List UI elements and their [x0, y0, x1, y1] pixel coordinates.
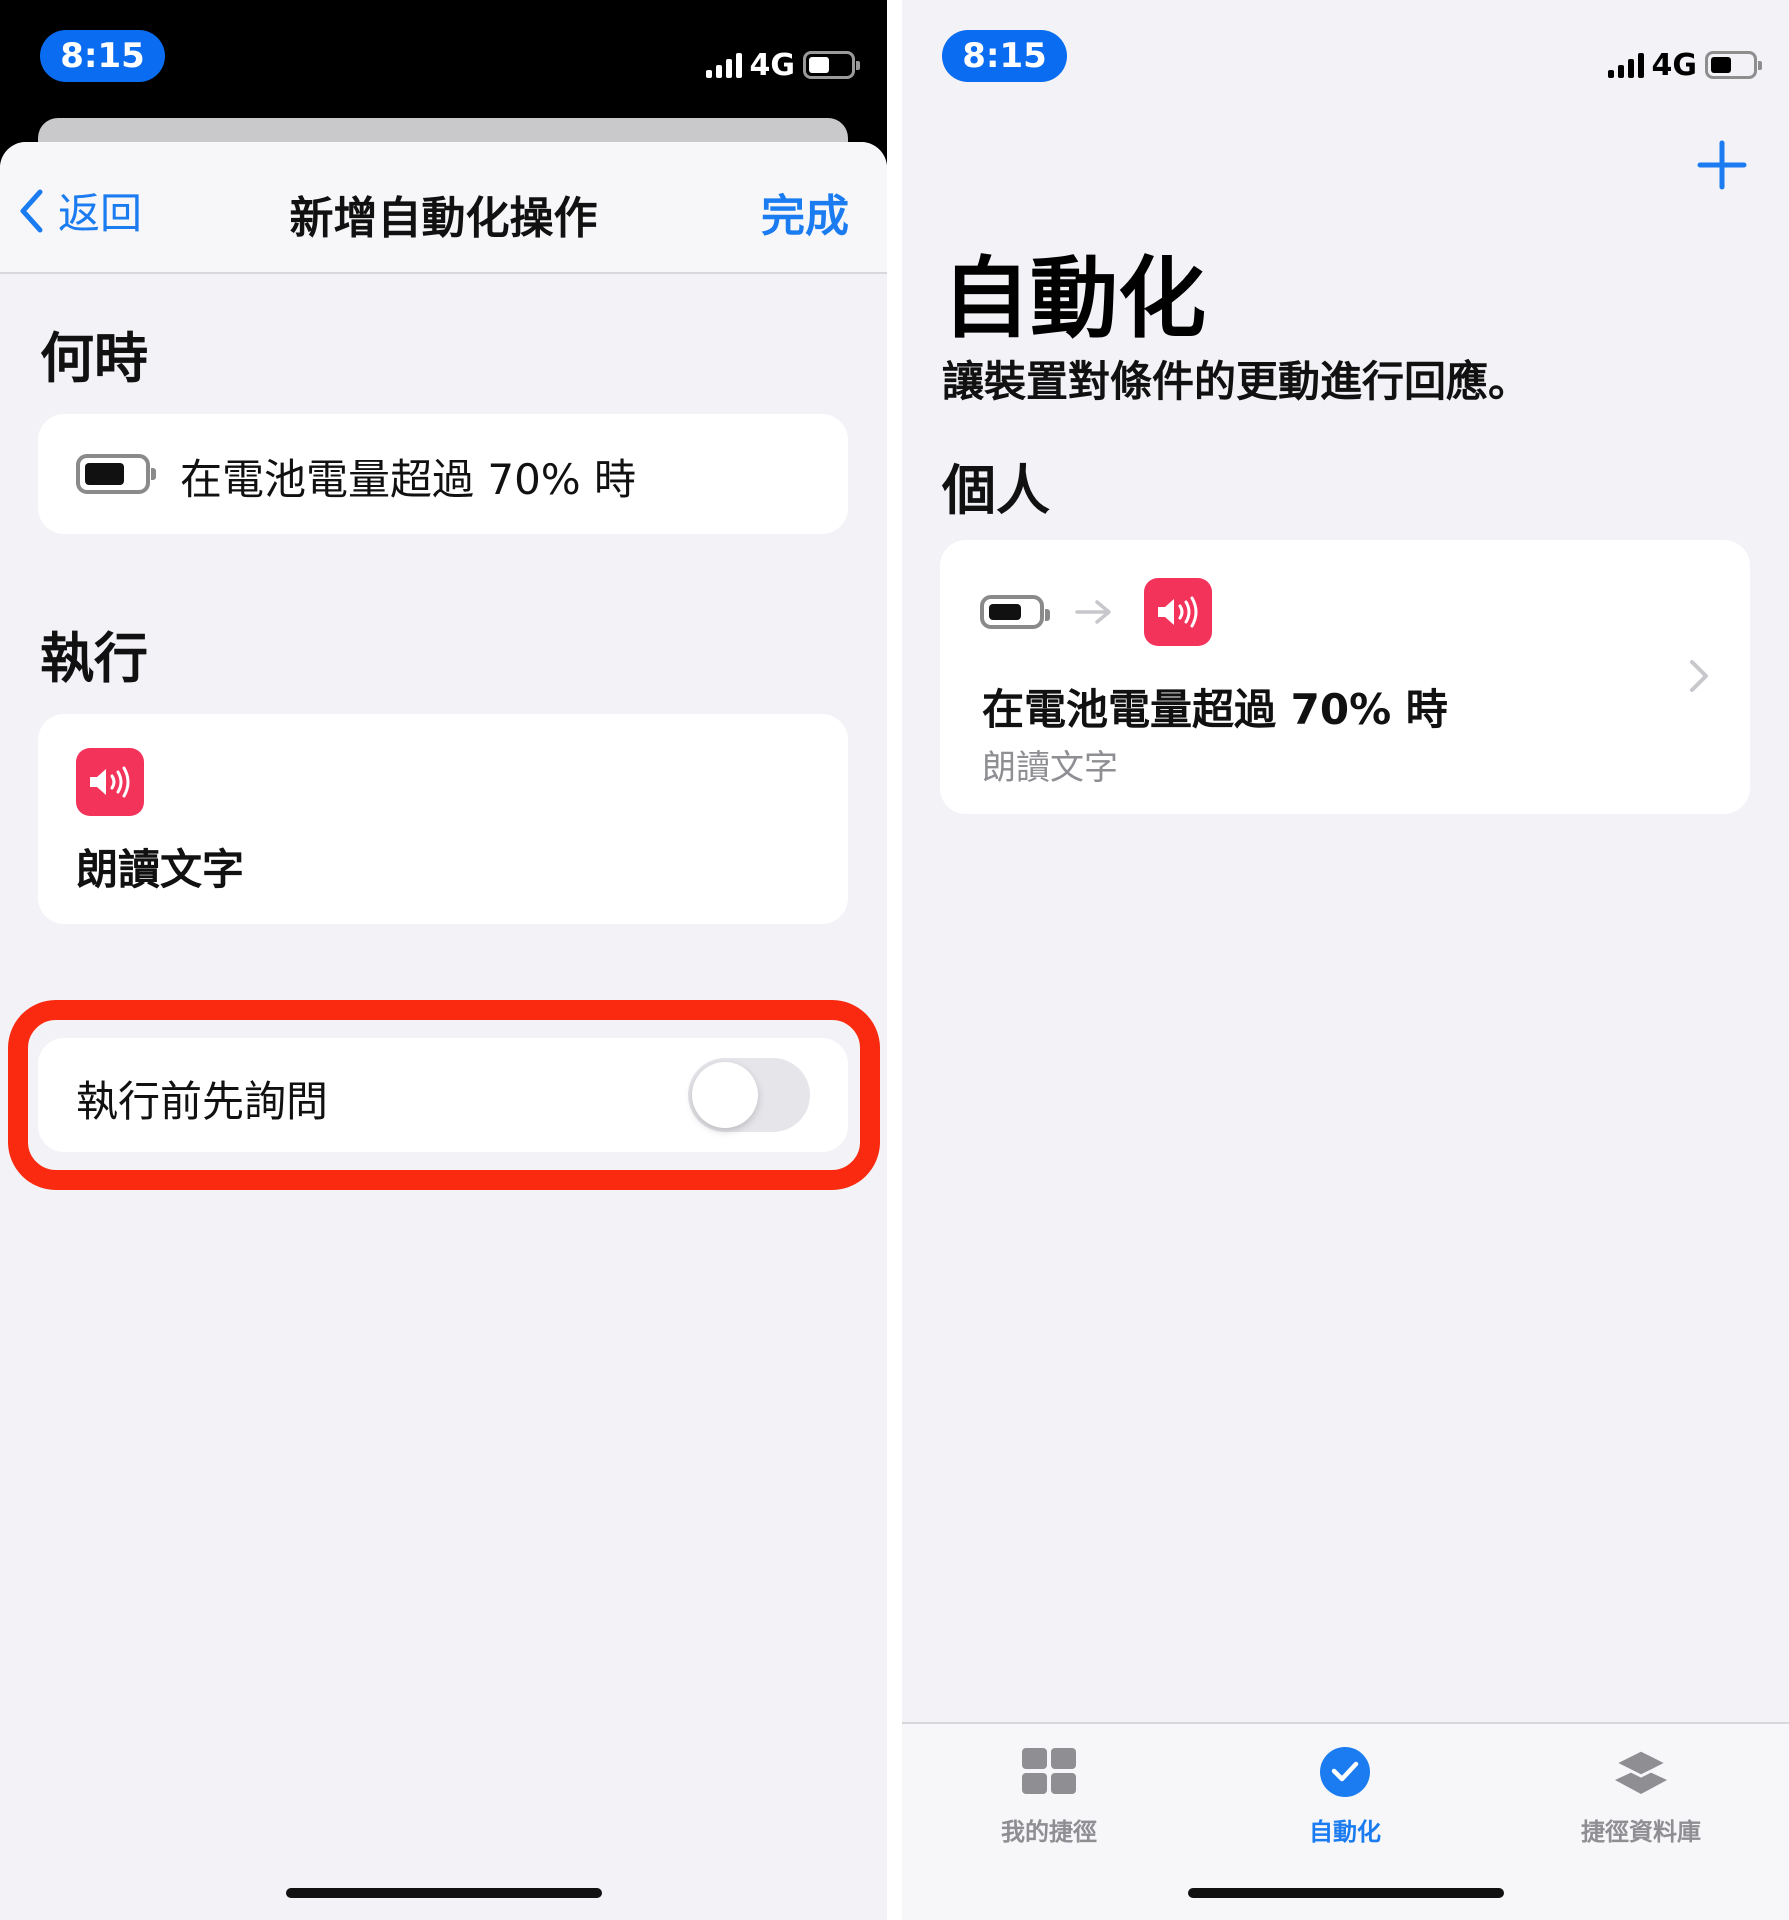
nav-bar: 返回 新增自動化操作 完成 — [0, 142, 887, 274]
status-time: 8:15 — [942, 30, 1067, 82]
layers-icon — [1611, 1748, 1671, 1794]
screen-divider — [887, 0, 902, 1920]
chevron-right-icon — [1690, 660, 1708, 692]
grid-icon — [1022, 1748, 1076, 1794]
tab-automation-label: 自動化 — [1309, 1818, 1381, 1846]
right-screen: 8:15 4G 自動化 讓裝置對條件的更動進行回應。 個人 在電池電量超過 70… — [902, 0, 1789, 1920]
status-indicators: 4G — [705, 47, 860, 83]
automation-check-icon — [1320, 1747, 1370, 1797]
action-label: 朗讀文字 — [76, 845, 245, 894]
battery-icon — [76, 454, 156, 494]
automation-card[interactable]: 在電池電量超過 70% 時 朗讀文字 — [940, 540, 1750, 814]
speaker-icon — [76, 748, 144, 816]
signal-icon — [705, 52, 742, 78]
trigger-row[interactable]: 在電池電量超過 70% 時 — [38, 414, 848, 534]
signal-icon — [1607, 52, 1644, 78]
network-label: 4G — [1651, 47, 1698, 83]
page-title: 新增自動化操作 — [289, 193, 598, 244]
speaker-icon — [1144, 578, 1212, 646]
tab-gallery[interactable]: 捷徑資料庫 — [1541, 1746, 1741, 1847]
plus-icon[interactable] — [1697, 140, 1747, 190]
tab-my-shortcuts[interactable]: 我的捷徑 — [949, 1746, 1149, 1847]
page-title: 自動化 — [942, 247, 1207, 350]
left-screen: 8:15 4G 返回 新增自動化操作 完成 何時 在電池電量超過 70% 時 執… — [0, 0, 887, 1920]
battery-icon — [803, 51, 860, 79]
personal-heading: 個人 — [942, 459, 1050, 522]
run-heading: 執行 — [40, 627, 148, 690]
when-heading: 何時 — [40, 327, 148, 390]
arrow-right-icon — [1075, 600, 1111, 624]
home-indicator — [1187, 1888, 1504, 1898]
automation-action: 朗讀文字 — [982, 748, 1118, 788]
tab-bar: 我的捷徑 自動化 捷徑資料庫 — [902, 1722, 1789, 1920]
action-row[interactable]: 朗讀文字 — [38, 714, 848, 924]
battery-icon — [1705, 51, 1762, 79]
tab-my-shortcuts-label: 我的捷徑 — [1001, 1818, 1097, 1846]
tab-automation[interactable]: 自動化 — [1245, 1746, 1445, 1847]
status-time: 8:15 — [40, 30, 165, 82]
tab-gallery-label: 捷徑資料庫 — [1581, 1818, 1701, 1846]
highlight-annotation — [8, 1000, 880, 1190]
page-subtitle: 讓裝置對條件的更動進行回應。 — [942, 357, 1531, 406]
trigger-label: 在電池電量超過 70% 時 — [180, 455, 637, 504]
done-button[interactable]: 完成 — [761, 180, 849, 244]
status-indicators: 4G — [1607, 47, 1762, 83]
battery-icon — [980, 595, 1050, 629]
network-label: 4G — [749, 47, 796, 83]
automation-trigger: 在電池電量超過 70% 時 — [982, 685, 1448, 734]
home-indicator — [285, 1888, 602, 1898]
automation-icons — [980, 578, 1212, 646]
